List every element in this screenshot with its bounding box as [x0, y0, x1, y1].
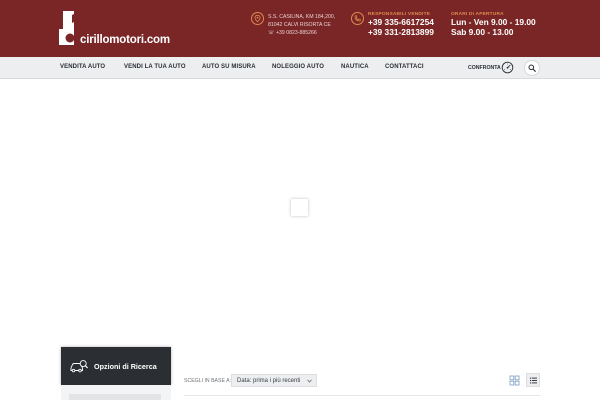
nav-item-contattaci[interactable]: CONTATTACI — [385, 64, 424, 70]
listing-divider — [184, 395, 540, 396]
nav-item-vendita-auto[interactable]: VENDITA AUTO — [60, 64, 105, 70]
speedometer-icon[interactable] — [501, 61, 514, 74]
address-phone-number: +39 0823-885266 — [275, 30, 317, 36]
list-view-button[interactable] — [526, 373, 540, 387]
search-options-header[interactable]: Opzioni di Ricerca — [61, 347, 171, 385]
search-button[interactable] — [524, 60, 540, 76]
grid-icon[interactable] — [509, 375, 520, 386]
site-logo[interactable]: cirillomotori.com — [59, 10, 170, 48]
nav-item-vendi-la-tua-auto[interactable]: VENDI LA TUA AUTO — [124, 64, 186, 70]
site-header: cirillomotori.com S.S. CASILINA, KM 184,… — [0, 0, 600, 57]
nav-item-nautica[interactable]: NAUTICA — [341, 64, 369, 70]
address-line-2: 81042 CALVI RISORTA CE — [268, 22, 331, 28]
main-nav: VENDITA AUTO VENDI LA TUA AUTO AUTO SU M… — [0, 57, 600, 79]
list-icon — [530, 377, 537, 384]
hours-saturday: Sab 9.00 - 13.00 — [451, 26, 514, 37]
car-search-icon — [70, 360, 88, 373]
sort-select[interactable]: Data: prima i più recenti — [231, 374, 317, 387]
nav-item-noleggio-auto[interactable]: NOLEGGIO AUTO — [272, 64, 324, 70]
map-pin-icon — [251, 12, 264, 25]
address-line-1: S.S. CASILINA, KM 184,200, — [268, 14, 336, 20]
sales-phone-2[interactable]: +39 331-2813899 — [368, 27, 434, 38]
logo-text: cirillomotori.com — [80, 34, 170, 46]
store-address: S.S. CASILINA, KM 184,200, 81042 CALVI R… — [268, 13, 335, 37]
compare-link[interactable]: CONFRONTA — [468, 65, 501, 71]
opening-hours: ORARI DI APERTURA Lun - Ven 9.00 - 19.00… — [451, 12, 536, 37]
sales-contacts: RESPONSABILI VENDITE +39 335-6617254 +39… — [368, 12, 434, 37]
sort-selected-value: Data: prima i più recenti — [237, 378, 301, 384]
nav-item-auto-su-misura[interactable]: AUTO SU MISURA — [202, 64, 256, 70]
sort-label: SCEGLI IN BASE A: — [184, 378, 231, 384]
search-options-title: Opzioni di Ricerca — [94, 362, 157, 371]
search-icon — [528, 64, 536, 72]
chevron-down-icon — [307, 379, 312, 383]
phone-icon — [351, 12, 364, 25]
logo-mark-icon — [59, 11, 76, 45]
search-options-field[interactable] — [69, 394, 161, 400]
address-phone[interactable]: ☏ +39 0823-885266 — [268, 29, 335, 37]
loading-indicator — [291, 199, 308, 216]
